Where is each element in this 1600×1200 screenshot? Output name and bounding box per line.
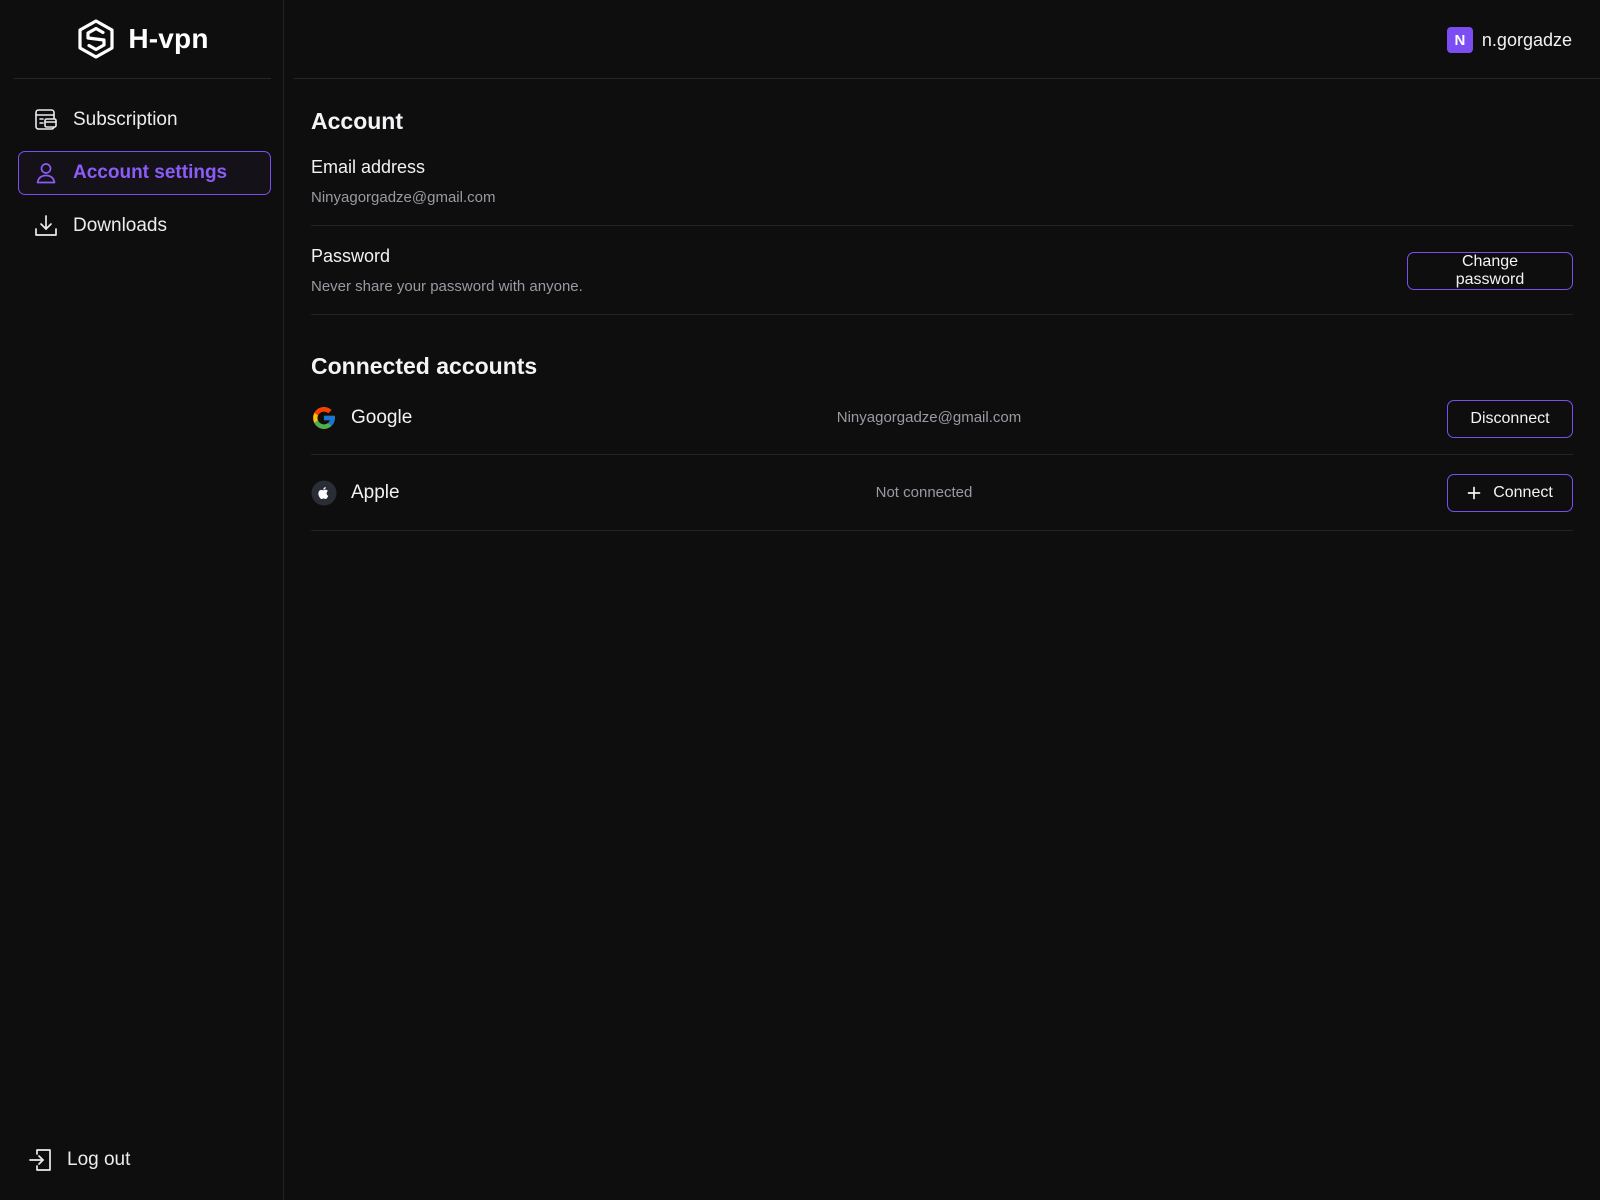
brand-name: H-vpn <box>128 23 209 54</box>
divider <box>311 314 1573 315</box>
provider-google: Google <box>311 404 412 432</box>
account-heading: Account <box>311 108 403 134</box>
provider-status: Not connected <box>875 484 973 501</box>
apple-icon <box>311 480 337 506</box>
change-password-button[interactable]: Change password <box>1407 252 1573 290</box>
connected-accounts-heading: Connected accounts <box>311 353 538 379</box>
sidebar-item-label: Subscription <box>73 109 178 130</box>
google-icon <box>313 407 335 429</box>
sidebar-item-subscription[interactable]: Subscription <box>18 98 271 142</box>
email-value: Ninyagorgadze@gmail.com <box>311 189 496 206</box>
user-icon <box>36 163 56 184</box>
sidebar-item-account-settings[interactable]: Account settings <box>18 151 271 195</box>
provider-status: Ninyagorgadze@gmail.com <box>836 409 1022 426</box>
divider <box>311 225 1573 226</box>
sidebar-item-downloads[interactable]: Downloads <box>18 204 271 248</box>
logo-icon <box>78 19 114 59</box>
subscription-icon <box>35 109 57 130</box>
logout-button[interactable]: Log out <box>27 1143 130 1177</box>
password-label: Password <box>311 246 391 266</box>
provider-name: Apple <box>351 482 400 503</box>
divider <box>311 530 1573 531</box>
main-content: Account Email address Ninyagorgadze@gmai… <box>311 0 1573 1200</box>
logout-icon <box>29 1149 51 1171</box>
provider-apple: Apple <box>311 479 400 507</box>
disconnect-google-button[interactable]: Disconnect <box>1447 400 1573 438</box>
password-hint: Never share your password with anyone. <box>311 278 583 295</box>
sidebar-item-label: Downloads <box>73 215 167 236</box>
connect-apple-button[interactable]: Connect <box>1447 474 1573 512</box>
logout-label: Log out <box>67 1149 131 1170</box>
sidebar: H-vpn Subscription Account settings Down… <box>0 0 284 1200</box>
download-icon <box>35 215 57 236</box>
provider-name: Google <box>351 407 413 428</box>
plus-icon <box>1467 486 1481 500</box>
brand-logo[interactable]: H-vpn <box>14 0 271 79</box>
email-label: Email address <box>311 157 426 177</box>
connect-label: Connect <box>1493 484 1553 501</box>
divider <box>311 454 1573 455</box>
app-window: H-vpn Subscription Account settings Down… <box>0 0 1600 1200</box>
sidebar-item-label: Account settings <box>73 162 228 183</box>
